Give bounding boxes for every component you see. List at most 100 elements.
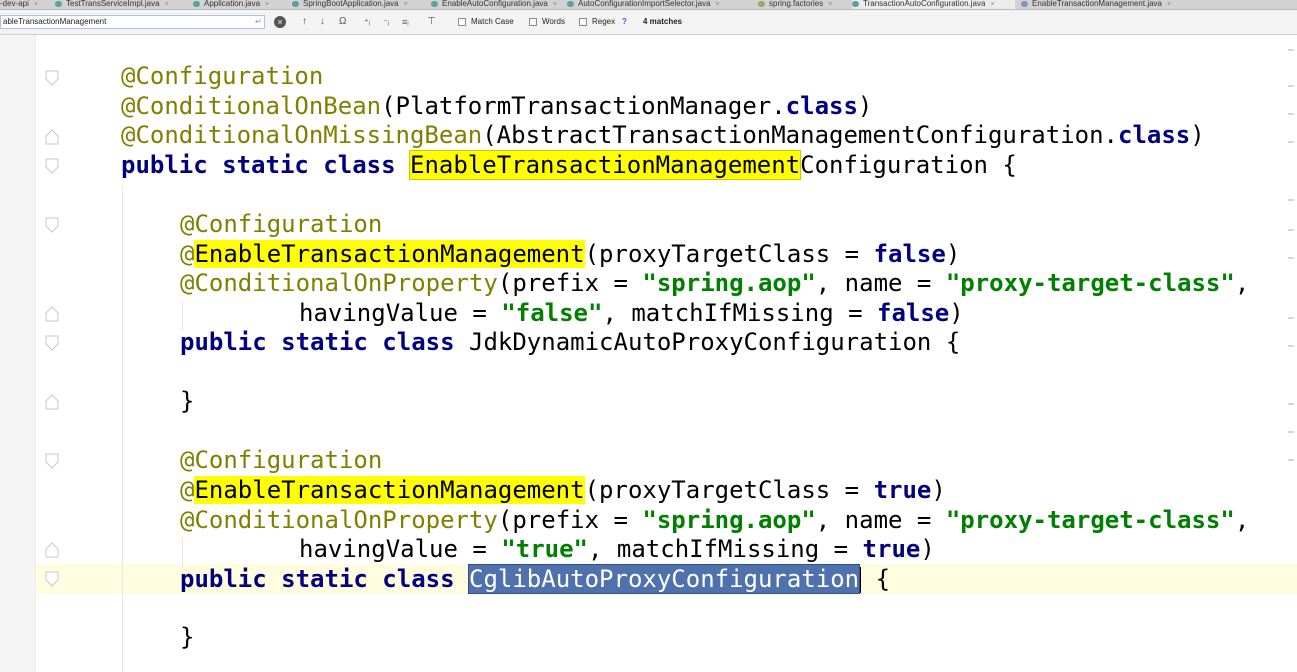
text-caret [859,567,862,593]
filter-icon[interactable]: ⊤ [427,15,436,29]
keyword: public static class [180,328,455,356]
code-line: @Configuration [180,209,382,239]
code-line: @Configuration [180,445,382,475]
code-text: , matchIfMissing = [588,535,863,563]
code-text: , [1234,506,1250,534]
code-text: Configuration { [800,151,1017,179]
code-line: @EnableTransactionManagement(proxyTarget… [180,239,960,269]
close-icon[interactable]: × [404,1,408,8]
code-line: @ConditionalOnProperty(prefix = "spring.… [180,505,1249,535]
editor-tab-bar: -dev-api × TestTransServiceImpl.java × App… [0,0,1297,10]
code-text: ) [857,92,873,120]
java-class-icon [852,1,859,7]
tab-label: EnableTransactionManagement.java [1032,0,1163,8]
string-literal: "proxy-target-class" [945,269,1235,297]
code-line: } [180,622,194,652]
fold-end-icon[interactable] [45,129,59,145]
code-text: (prefix = [497,269,643,297]
words-label: Words [542,17,565,26]
annotation: @ConditionalOnProperty [180,506,498,534]
code-text: ) [949,299,964,327]
fold-start-icon[interactable] [45,571,59,587]
code-line: public static class EnableTransactionMan… [121,150,1017,180]
annotation: @Configuration [121,62,324,90]
tab-enable-auto-configuration[interactable]: EnableAutoConfiguration.java × [431,0,566,9]
add-occurrence-icon[interactable]: ⁺ᵢ [364,15,370,29]
code-editor[interactable]: @Configuration @ConditionalOnBean(Platfo… [0,35,1297,672]
code-text: { [875,565,891,593]
java-class-icon [55,1,62,7]
fold-start-icon[interactable] [45,217,59,233]
code-text: ) [945,240,961,268]
java-class-icon [567,1,574,7]
fold-start-icon[interactable] [45,158,59,174]
code-line: @ConditionalOnMissingBean(AbstractTransa… [121,120,1205,150]
code-line: } [180,386,194,416]
gutter-divider [35,35,36,672]
close-icon[interactable]: × [716,1,720,8]
code-line: @Configuration [121,61,323,91]
previous-occurrence-icon[interactable]: ↑ [302,15,307,29]
search-input[interactable]: ableTransactionManagement [0,15,265,29]
code-line: @ConditionalOnBean(PlatformTransactionMa… [121,91,872,121]
next-occurrence-icon[interactable]: ↓ [320,15,325,29]
match-case-checkbox[interactable] [458,18,466,26]
code-text: ) [1190,121,1205,149]
keyword: class [1118,121,1191,149]
regex-checkbox[interactable] [579,18,587,26]
close-icon[interactable]: × [265,1,269,8]
scrollbar-markers[interactable] [1288,49,1294,549]
remove-occurrence-icon[interactable]: ⁻ᵢ [383,15,389,29]
code-text: , name = [815,506,946,534]
tab-transaction-auto-configuration[interactable]: TransactionAutoConfiguration.java × [852,0,1015,9]
annotation-icon [1021,1,1028,7]
close-icon[interactable]: × [34,1,38,8]
history-icon[interactable]: ↵ [255,15,262,29]
tab-enable-transaction-management[interactable]: EnableTransactionManagement.java × [1021,0,1191,9]
code-text: (proxyTargetClass = [584,476,874,504]
selected-text[interactable]: CglibAutoProxyConfiguration [467,564,861,594]
tab-spring-boot-application[interactable]: SpringBootApplication.java × [292,0,417,9]
find-in-selection-icon[interactable]: Ω [339,15,346,29]
tab-spring-factories[interactable]: spring.factories × [758,0,843,9]
clear-search-icon[interactable]: × [274,16,286,28]
regex-label: Regex [592,17,616,26]
code-text: (AbstractTransactionManagementConfigurat… [482,121,1118,149]
code-text: } [180,623,195,651]
fold-end-icon[interactable] [45,394,59,410]
code-line: havingValue = "false", matchIfMissing = … [299,298,964,328]
java-class-icon [431,1,438,7]
annotation: @ConditionalOnMissingBean [121,121,483,149]
tab-label: spring.factories [769,0,824,8]
tab-dev-api[interactable]: -dev-api × [0,0,45,9]
fold-end-icon[interactable] [45,542,59,558]
annotation: @ [180,240,195,268]
tab-label: TestTransServiceImpl.java [66,0,160,8]
fold-start-icon[interactable] [45,453,59,469]
code-text: ) [920,535,935,563]
regex-help-link[interactable]: ? [622,16,627,28]
properties-file-icon [758,1,765,7]
tab-auto-configuration-import-selector[interactable]: AutoConfigurationImportSelector.java × [567,0,752,9]
string-literal: "proxy-target-class" [945,506,1235,534]
tab-application[interactable]: Application.java × [193,0,288,9]
code-line: public static class CglibAutoProxyConfig… [180,564,890,594]
keyword: true [873,476,932,504]
java-class-icon [292,1,299,7]
close-icon[interactable]: × [165,1,169,8]
fold-start-icon[interactable] [45,335,59,351]
code-line: public static class JdkDynamicAutoProxyC… [180,327,960,357]
select-all-occurrences-icon[interactable]: ≡ᵢ [402,15,409,29]
tab-test-trans-service-impl[interactable]: TestTransServiceImpl.java × [55,0,185,9]
close-icon[interactable]: × [828,1,832,8]
close-icon[interactable]: × [553,1,557,8]
keyword: false [877,299,950,327]
words-checkbox[interactable] [529,18,537,26]
fold-end-icon[interactable] [45,306,59,322]
close-icon[interactable]: × [1167,1,1171,8]
code-text: , name = [815,269,946,297]
fold-start-icon[interactable] [45,70,59,86]
keyword: public static class [180,565,455,593]
close-icon[interactable]: × [990,1,994,8]
annotation: @ [180,476,195,504]
